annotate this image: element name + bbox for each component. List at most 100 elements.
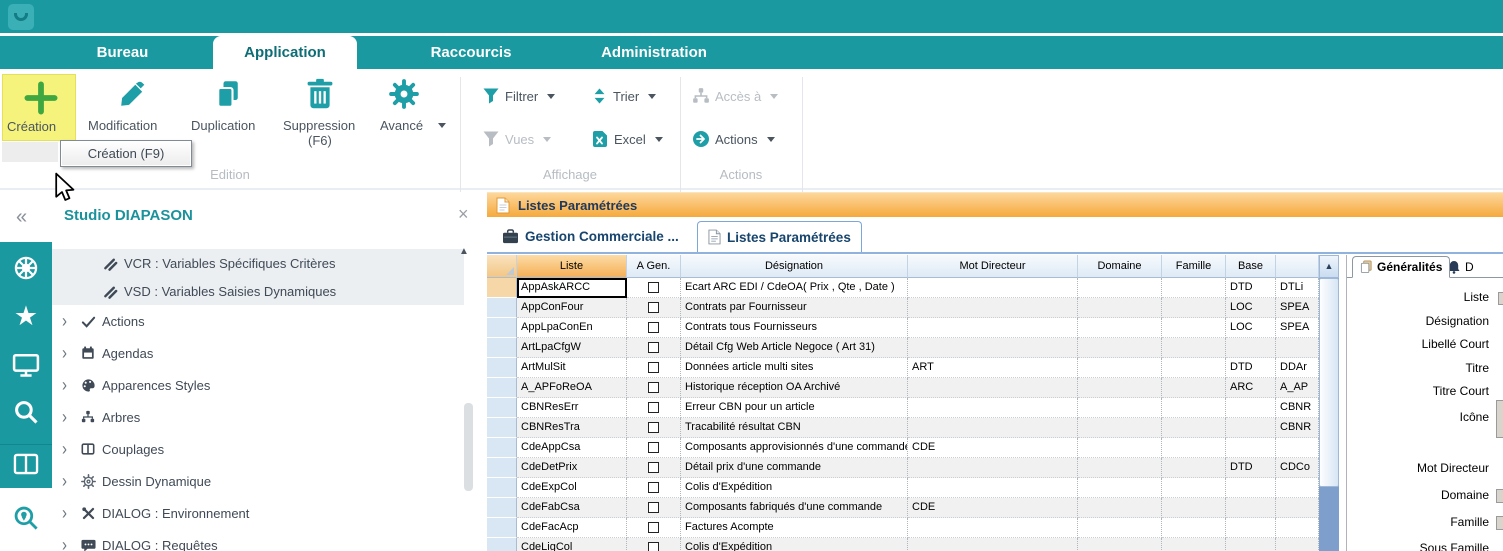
column-header[interactable]: Liste <box>517 255 627 278</box>
row-selector[interactable] <box>487 498 517 518</box>
table-cell[interactable]: CdeFabCsa <box>517 498 627 518</box>
table-cell[interactable] <box>1078 278 1162 298</box>
table-cell[interactable] <box>1162 378 1226 398</box>
row-selector[interactable] <box>487 518 517 538</box>
filtrer-dropdown-icon[interactable] <box>547 94 555 99</box>
table-cell[interactable] <box>1226 438 1276 458</box>
vues-button[interactable]: Vues <box>482 130 551 148</box>
acces-dropdown-icon[interactable] <box>770 94 778 99</box>
sidebar-item[interactable]: ›Apparences Styles <box>52 369 464 401</box>
table-cell[interactable]: A_APFoReOA <box>517 378 627 398</box>
table-cell[interactable] <box>908 378 1078 398</box>
row-selector[interactable] <box>487 438 517 458</box>
icone-input-fragment[interactable] <box>1496 400 1503 438</box>
table-cell[interactable] <box>1162 518 1226 538</box>
column-header[interactable]: Mot Directeur <box>908 255 1078 278</box>
table-cell[interactable] <box>1078 318 1162 338</box>
table-cell[interactable] <box>1078 338 1162 358</box>
table-cell[interactable]: Contrats tous Fournisseurs <box>681 318 908 338</box>
table-cell[interactable] <box>1226 538 1276 551</box>
table-cell[interactable] <box>1226 518 1276 538</box>
table-row[interactable]: CBNResTraTracabilité résultat CBNCBNR <box>487 418 1319 438</box>
table-cell[interactable]: A_AP <box>1276 378 1319 398</box>
table-cell[interactable] <box>627 498 681 518</box>
row-selector[interactable] <box>487 358 517 378</box>
table-cell[interactable] <box>627 338 681 358</box>
tab-bureau[interactable]: Bureau <box>60 36 185 69</box>
sidebar-item[interactable]: ›Actions <box>52 305 464 337</box>
table-row[interactable]: AppAskARCCEcart ARC EDI / CdeOA( Prix , … <box>487 278 1319 298</box>
sidebar-item[interactable]: ›Couplages <box>52 433 464 465</box>
table-cell[interactable] <box>627 518 681 538</box>
location-search-icon[interactable] <box>0 504 52 537</box>
table-cell[interactable] <box>1226 478 1276 498</box>
table-cell[interactable] <box>1078 398 1162 418</box>
row-selector[interactable] <box>487 318 517 338</box>
table-cell[interactable]: CBNR <box>1276 398 1319 418</box>
table-cell[interactable] <box>1162 298 1226 318</box>
sidebar-item[interactable]: VCR : Variables Spécifiques Critères <box>52 249 464 277</box>
column-header[interactable]: Domaine <box>1078 255 1162 278</box>
table-cell[interactable] <box>627 538 681 551</box>
table-cell[interactable] <box>627 378 681 398</box>
acces-a-button[interactable]: Accès à <box>692 87 778 105</box>
tab-gestion-commerciale[interactable]: Gestion Commerciale ... <box>492 221 689 252</box>
chevron-right-icon[interactable]: › <box>52 375 76 395</box>
tab-application[interactable]: Application <box>213 36 357 69</box>
tree-scroll-up-icon[interactable]: ▲ <box>459 246 469 257</box>
a-gen-checkbox[interactable] <box>648 342 659 353</box>
table-cell[interactable] <box>627 358 681 378</box>
table-cell[interactable]: LOC <box>1226 298 1276 318</box>
chevron-right-icon[interactable]: › <box>52 407 76 427</box>
table-cell[interactable] <box>1162 318 1226 338</box>
table-cell[interactable] <box>1226 338 1276 358</box>
trier-button[interactable]: Trier <box>591 87 656 105</box>
row-selector[interactable] <box>487 338 517 358</box>
table-cell[interactable] <box>908 278 1078 298</box>
table-cell[interactable]: AppLpaConEn <box>517 318 627 338</box>
table-cell[interactable] <box>627 278 681 298</box>
monitor-icon[interactable] <box>0 352 52 383</box>
a-gen-checkbox[interactable] <box>648 502 659 513</box>
sidebar-item[interactable]: ›DIALOG : Environnement <box>52 497 464 529</box>
table-cell[interactable] <box>1078 358 1162 378</box>
chevron-right-icon[interactable]: › <box>52 471 76 491</box>
a-gen-checkbox[interactable] <box>648 402 659 413</box>
table-cell[interactable]: Contrats par Fournisseur <box>681 298 908 318</box>
table-cell[interactable]: Données article multi sites <box>681 358 908 378</box>
avance-button[interactable]: Avancé <box>370 74 456 141</box>
table-cell[interactable]: CdeExpCol <box>517 478 627 498</box>
a-gen-checkbox[interactable] <box>648 422 659 433</box>
table-row[interactable]: AppConFourContrats par FournisseurLOCSPE… <box>487 298 1319 318</box>
table-cell[interactable] <box>1162 498 1226 518</box>
table-cell[interactable] <box>627 458 681 478</box>
table-cell[interactable] <box>1162 398 1226 418</box>
table-cell[interactable]: ART <box>908 358 1078 378</box>
table-cell[interactable]: Colis d'Expédition <box>681 478 908 498</box>
table-cell[interactable] <box>627 418 681 438</box>
a-gen-checkbox[interactable] <box>648 542 659 551</box>
table-cell[interactable] <box>908 518 1078 538</box>
excel-dropdown-icon[interactable] <box>655 137 663 142</box>
table-cell[interactable] <box>908 538 1078 551</box>
vues-dropdown-icon[interactable] <box>543 137 551 142</box>
chevron-right-icon[interactable]: › <box>52 503 76 523</box>
column-header[interactable]: A Gen. <box>627 255 681 278</box>
table-cell[interactable] <box>1162 438 1226 458</box>
liste-input-fragment[interactable] <box>1498 292 1503 305</box>
table-cell[interactable] <box>1078 478 1162 498</box>
table-row[interactable]: ArtMulSitDonnées article multi sitesARTD… <box>487 358 1319 378</box>
table-cell[interactable]: CDE <box>908 438 1078 458</box>
table-cell[interactable]: SPEA <box>1276 318 1319 338</box>
table-cell[interactable] <box>1162 278 1226 298</box>
table-cell[interactable]: Historique réception OA Archivé <box>681 378 908 398</box>
row-selector[interactable] <box>487 378 517 398</box>
table-cell[interactable] <box>1162 418 1226 438</box>
tab-administration[interactable]: Administration <box>575 36 733 69</box>
duplication-button[interactable]: Duplication <box>186 74 270 141</box>
table-cell[interactable]: CBNResTra <box>517 418 627 438</box>
table-cell[interactable]: CBNResErr <box>517 398 627 418</box>
a-gen-checkbox[interactable] <box>648 302 659 313</box>
trier-dropdown-icon[interactable] <box>648 94 656 99</box>
table-cell[interactable] <box>908 318 1078 338</box>
